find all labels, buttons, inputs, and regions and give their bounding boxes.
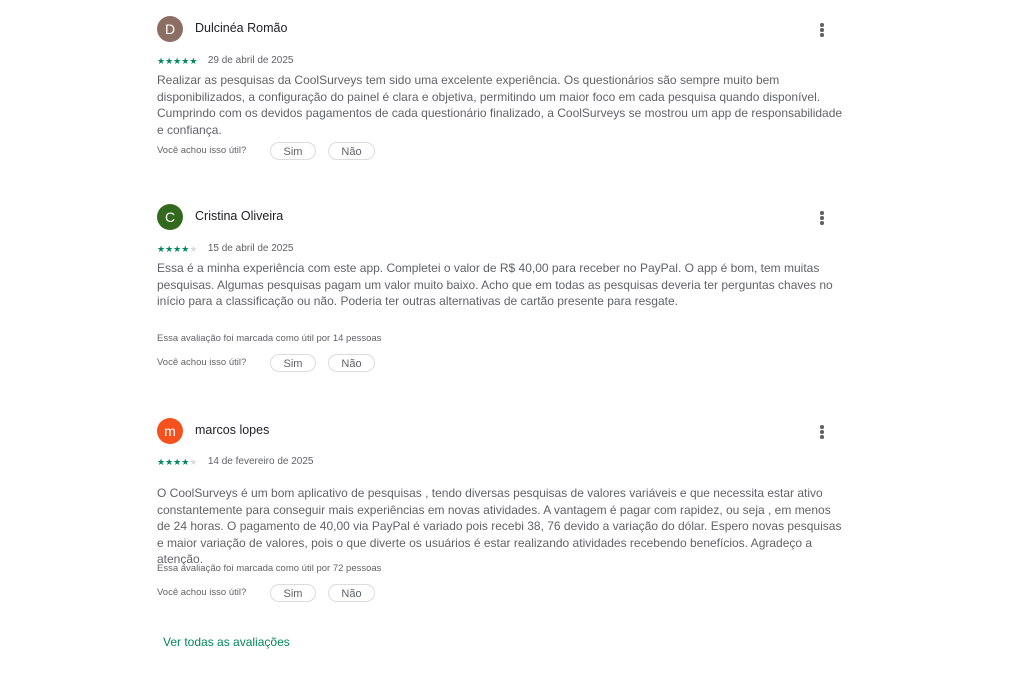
no-button[interactable]: Não — [328, 354, 375, 372]
yes-button[interactable]: Sim — [270, 142, 316, 160]
more-options-button[interactable] — [813, 205, 831, 229]
more-options-button[interactable] — [813, 17, 831, 41]
more-options-button[interactable] — [813, 419, 831, 443]
review-header: C Cristina Oliveira — [157, 204, 837, 230]
helpful-count: Essa avaliação foi marcada como útil por… — [157, 563, 382, 574]
no-button[interactable]: Não — [328, 142, 375, 160]
star-rating: ★★★★★ — [157, 54, 197, 68]
helpful-count: Essa avaliação foi marcada como útil por… — [157, 333, 382, 344]
review-text: O CoolSurveys é um bom aplicativo de pes… — [157, 486, 842, 566]
star-filled-icon: ★ — [157, 55, 166, 66]
yes-button[interactable]: Sim — [270, 354, 316, 372]
star-filled-icon: ★ — [165, 55, 174, 66]
review-text: Essa é a minha experiência com este app.… — [157, 261, 833, 308]
review-date: 29 de abril de 2025 — [207, 54, 294, 66]
review-header: D Dulcinéa Romão — [157, 16, 837, 42]
star-filled-icon: ★ — [189, 55, 198, 66]
star-empty-icon: ★ — [189, 456, 198, 467]
see-all-reviews-link[interactable]: Ver todas as avaliações — [163, 635, 290, 649]
star-filled-icon: ★ — [165, 456, 174, 467]
star-rating: ★★★★★ — [157, 242, 197, 256]
star-empty-icon: ★ — [189, 243, 198, 254]
review-header: m marcos lopes — [157, 418, 837, 444]
author-name: Cristina Oliveira — [195, 209, 284, 223]
author-name: Dulcinéa Romão — [195, 21, 288, 35]
review-date: 15 de abril de 2025 — [207, 242, 294, 254]
review-text: Realizar as pesquisas da CoolSurveys tem… — [157, 73, 843, 137]
review-meta: ★★★★★ 14 de fevereiro de 2025 — [157, 453, 313, 467]
no-button[interactable]: Não — [328, 584, 375, 602]
helpful-question: Você achou isso útil? — [157, 145, 247, 156]
helpful-question: Você achou isso útil? — [157, 587, 247, 598]
avatar: C — [157, 204, 183, 230]
star-rating: ★★★★★ — [157, 455, 197, 469]
review-meta: ★★★★★ 15 de abril de 2025 — [157, 240, 293, 254]
review-meta: ★★★★★ 29 de abril de 2025 — [157, 52, 293, 66]
star-filled-icon: ★ — [165, 243, 174, 254]
author-name: marcos lopes — [195, 423, 270, 437]
review-date: 14 de fevereiro de 2025 — [207, 455, 314, 467]
helpful-question: Você achou isso útil? — [157, 357, 247, 368]
avatar: m — [157, 418, 183, 444]
avatar: D — [157, 16, 183, 42]
star-filled-icon: ★ — [157, 243, 166, 254]
yes-button[interactable]: Sim — [270, 584, 316, 602]
star-filled-icon: ★ — [157, 456, 166, 467]
